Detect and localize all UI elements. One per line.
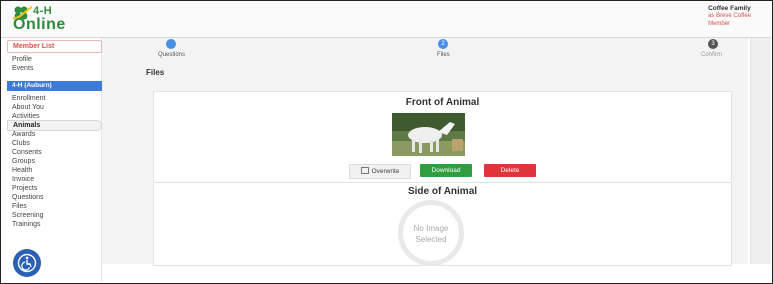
files-section-title: Files <box>146 68 165 77</box>
step-2-label: Files <box>437 52 450 58</box>
logo-product-text: Online <box>13 16 66 33</box>
step-1-dot[interactable] <box>166 39 176 49</box>
sidebar-item-trainings[interactable]: Trainings <box>12 221 41 228</box>
sidebar-item-invoice[interactable]: Invoice <box>12 176 34 183</box>
sidebar-item-projects[interactable]: Projects <box>12 185 37 192</box>
sidebar-item-activities[interactable]: Activities <box>12 113 40 120</box>
step-progress: Questions 2 Files 3 Confirm <box>140 38 730 60</box>
accessibility-icon <box>17 253 37 273</box>
delete-button[interactable]: Delete <box>484 164 536 177</box>
sidebar-item-about-you[interactable]: About You <box>12 104 44 111</box>
sidebar-item-consents[interactable]: Consents <box>12 149 42 156</box>
sidebar-link-profile[interactable]: Profile <box>12 56 32 63</box>
user-name: Coffee Family <box>708 5 751 12</box>
page-scrollbar[interactable] <box>750 38 771 264</box>
no-image-placeholder[interactable]: No Image Selected <box>398 200 464 266</box>
no-image-text: No Image Selected <box>413 224 449 244</box>
sidebar-item-groups[interactable]: Groups <box>12 158 35 165</box>
step-3-label: Confirm <box>701 52 723 58</box>
app-logo[interactable]: 4-H Online <box>9 4 69 36</box>
user-role: Member <box>708 21 731 27</box>
top-bar: 4-H Online Coffee Family as Breve Coffee… <box>1 1 771 38</box>
sidebar-item-screening[interactable]: Screening <box>12 212 44 219</box>
front-animal-title: Front of Animal <box>405 97 480 108</box>
user-acting-as: as Breve Coffee <box>708 13 751 19</box>
sidebar-link-events[interactable]: Events <box>12 65 33 72</box>
files-panel: Front of Animal Overwrite Download Delet… <box>153 91 732 266</box>
sidebar-item-clubs[interactable]: Clubs <box>12 140 30 147</box>
sidebar-group-header: 4-H (Auburn) <box>7 81 106 91</box>
main-content: Questions 2 Files 3 Confirm Files Front … <box>102 38 748 266</box>
image-icon <box>360 167 369 174</box>
overwrite-button[interactable]: Overwrite <box>349 164 411 179</box>
download-button[interactable]: Download <box>420 164 472 177</box>
animal-photo <box>392 113 465 156</box>
step-3-dot[interactable]: 3 <box>708 39 718 49</box>
member-list-button[interactable]: Member List <box>7 40 102 53</box>
sidebar-item-awards[interactable]: Awards <box>12 131 35 138</box>
card-divider <box>154 182 731 183</box>
user-menu[interactable]: Coffee Family as Breve Coffee Member <box>708 5 751 28</box>
sidebar: Member List Profile Events 4-H (Auburn) … <box>1 38 106 282</box>
sidebar-item-questions[interactable]: Questions <box>12 194 44 201</box>
accessibility-button[interactable] <box>13 249 41 277</box>
sidebar-item-animals[interactable]: Animals <box>7 120 102 131</box>
overwrite-label: Overwrite <box>371 168 400 175</box>
sidebar-item-files[interactable]: Files <box>12 203 27 210</box>
sidebar-item-enrollment[interactable]: Enrollment <box>12 95 45 102</box>
side-animal-title: Side of Animal <box>407 186 478 197</box>
step-1-label: Questions <box>158 52 186 58</box>
sidebar-item-health[interactable]: Health <box>12 167 32 174</box>
step-2-dot[interactable]: 2 <box>438 39 448 49</box>
